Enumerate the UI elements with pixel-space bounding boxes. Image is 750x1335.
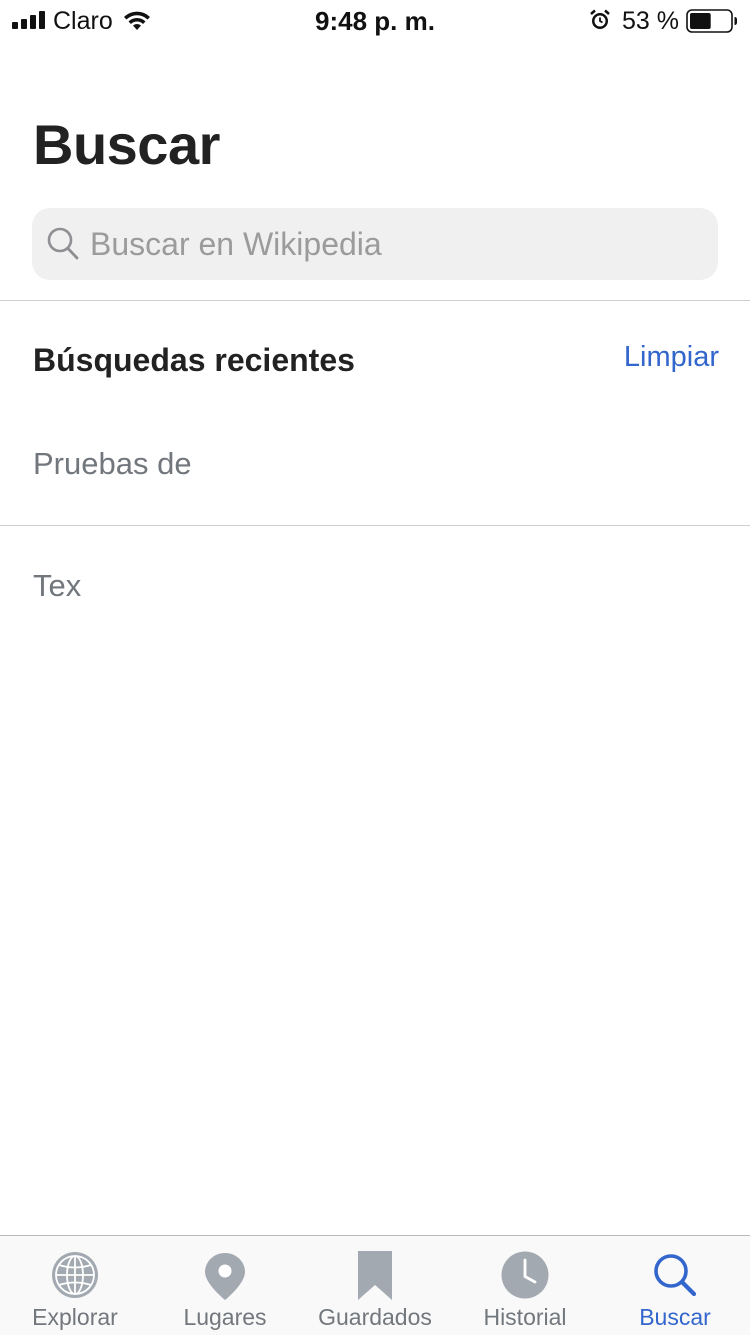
search-bar[interactable] (32, 208, 718, 280)
recent-search-item[interactable]: Tex (0, 526, 750, 646)
alarm-icon (590, 9, 610, 29)
recent-search-item[interactable]: Pruebas de (0, 404, 750, 524)
divider (0, 300, 750, 301)
bookmark-icon (358, 1251, 392, 1300)
tab-explorar[interactable]: Explorar (0, 1236, 150, 1335)
tab-label: Guardados (318, 1304, 432, 1330)
tab-guardados[interactable]: Guardados (300, 1236, 450, 1335)
recent-searches-title: Búsquedas recientes (33, 342, 355, 378)
recent-search-label: Tex (33, 568, 82, 603)
map-pin-icon (205, 1253, 245, 1300)
tab-lugares[interactable]: Lugares (150, 1236, 300, 1335)
page-title: Buscar (33, 113, 220, 176)
tab-buscar[interactable]: Buscar (600, 1236, 750, 1335)
recent-search-label: Pruebas de (33, 446, 192, 481)
status-bar: Claro 9:48 p. m. 53 % (0, 0, 750, 40)
tab-bar: Explorar Lugares Guardados Historial Bus… (0, 1235, 750, 1335)
clear-recent-button[interactable]: Limpiar (624, 341, 719, 374)
clock-icon (501, 1251, 549, 1299)
tab-label: Lugares (183, 1304, 267, 1330)
search-icon (654, 1254, 697, 1297)
tab-label: Historial (483, 1304, 567, 1330)
search-input[interactable] (90, 208, 700, 280)
tab-label: Buscar (639, 1304, 711, 1330)
tab-label: Explorar (32, 1304, 118, 1330)
battery-icon (686, 9, 737, 33)
globe-icon (52, 1252, 98, 1298)
battery-percentage: 53 % (622, 7, 679, 35)
tab-historial[interactable]: Historial (450, 1236, 600, 1335)
search-icon (47, 227, 79, 260)
